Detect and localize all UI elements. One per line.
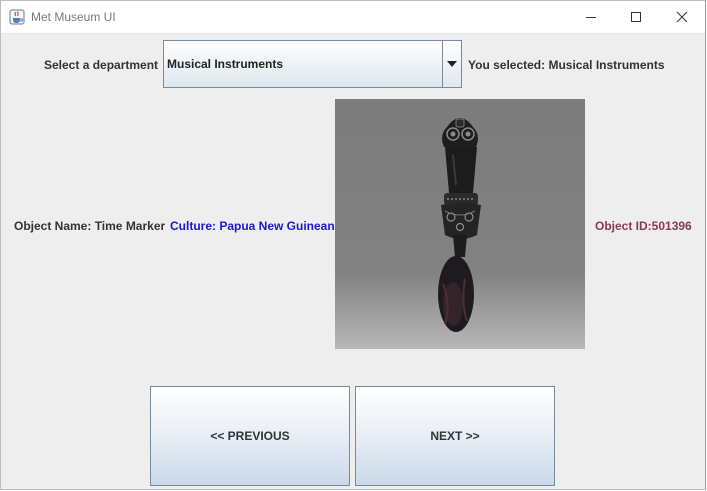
department-dropdown[interactable]: Musical Instruments	[163, 40, 462, 88]
java-cup-icon	[9, 9, 25, 25]
main-panel: Select a department Musical Instruments …	[1, 34, 706, 490]
previous-button[interactable]: << PREVIOUS	[150, 386, 350, 486]
object-image	[335, 99, 585, 349]
department-dropdown-value: Musical Instruments	[167, 57, 284, 71]
close-button[interactable]	[659, 1, 705, 33]
next-button[interactable]: NEXT >>	[355, 386, 555, 486]
object-name-label: Object Name: Time Marker	[14, 219, 166, 233]
maximize-icon	[631, 12, 641, 22]
maximize-button[interactable]	[613, 1, 659, 33]
app-window: Met Museum UI Select a department Musica…	[0, 0, 706, 490]
minimize-button[interactable]	[568, 1, 614, 33]
dropdown-arrow-icon	[447, 61, 457, 67]
minimize-icon	[586, 17, 596, 18]
culture-label: Culture: Papua New Guinean	[170, 219, 335, 233]
close-icon	[676, 11, 688, 23]
department-label: Select a department	[44, 58, 159, 72]
dropdown-arrow-button[interactable]	[442, 41, 461, 87]
selected-department-text: You selected: Musical Instruments	[468, 58, 665, 72]
object-id-label: Object ID:501396	[595, 219, 692, 233]
title-bar[interactable]: Met Museum UI	[1, 1, 705, 34]
window-title: Met Museum UI	[31, 10, 116, 24]
